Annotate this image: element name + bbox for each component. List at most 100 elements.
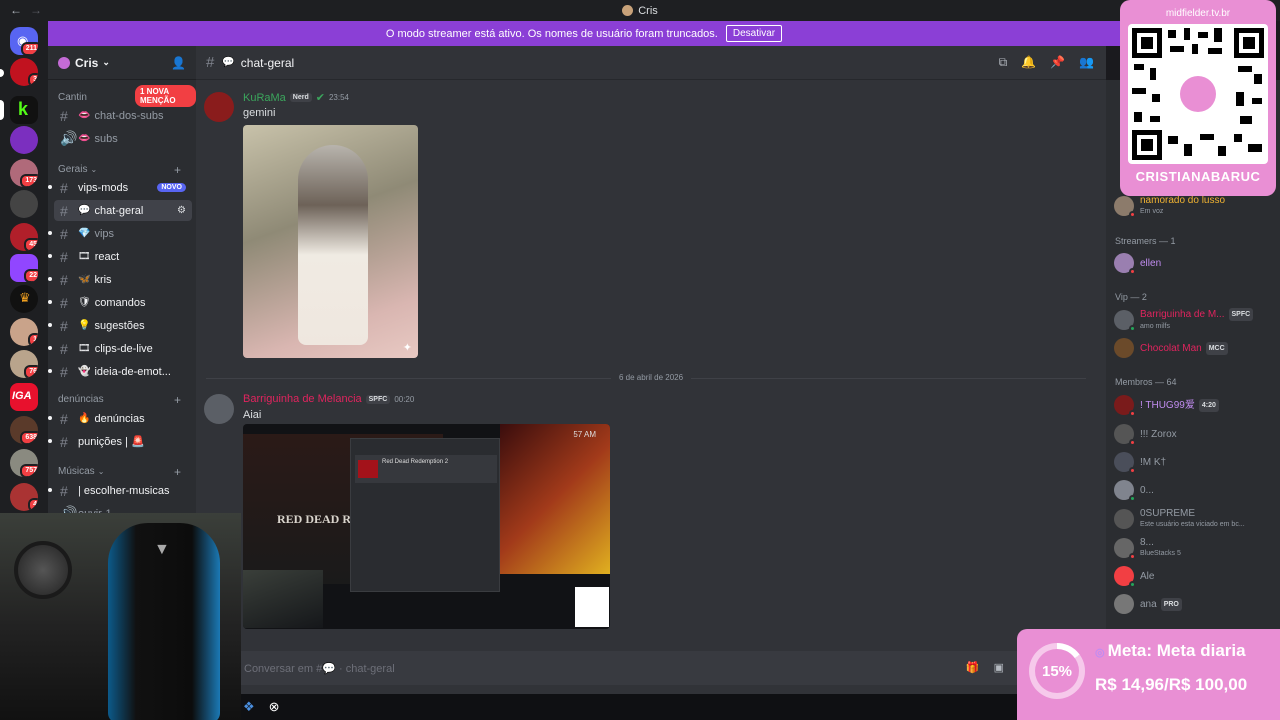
category-denuncias[interactable]: denúncias + [58,393,181,407]
add-channel-icon[interactable]: + [174,465,181,479]
category-gerais[interactable]: Gerais ⌄ + [58,163,181,177]
message-composer[interactable]: Conversar em #💬 · chat-geral 🎁 ▣ [204,651,1094,685]
avatar[interactable] [204,394,234,424]
server-header[interactable]: Cris ⌄ 👤 [48,46,196,80]
channel-vips[interactable]: # 💎 vips [54,223,192,244]
channel-chat-geral[interactable]: # 💬 chat-geral ⚙ [54,200,192,221]
qr-overlay: midfielder.tv.br CRISTIANABARUC [1120,0,1276,196]
channel-escolher-musicas[interactable]: # | escolher-musicas [54,480,192,501]
gem-icon: 💎 [78,228,91,239]
attached-image[interactable]: ✦ [243,125,418,358]
add-channel-icon[interactable]: + [174,163,181,177]
channel-header: # 💬 chat-geral ⧉ 🔔 📌 👥 [196,46,1106,80]
channel-denuncias[interactable]: # 🔥 denúncias [54,408,192,429]
gif-icon[interactable]: ▣ [994,661,1004,674]
channel-sugestoes[interactable]: # 💡 sugestões [54,315,192,336]
channel-vips-mods[interactable]: # vips-mods NOVO [54,177,192,198]
app-icon[interactable]: ❖ [243,699,255,715]
server-icon-6[interactable]: 45 [10,223,38,251]
unread-dot [48,416,52,420]
composer-placeholder: Conversar em #💬 · chat-geral [244,662,395,675]
gaming-chair: ▼ [108,523,220,720]
avatar[interactable] [204,92,234,122]
channel-comandos[interactable]: # 🛡 comandos [54,292,192,313]
member-item[interactable]: Chocolat Man MCC [1114,335,1228,361]
goal-title-text: Meta: Meta diaria [1107,641,1246,660]
status-dot [1129,211,1136,218]
message-header: Barriguinha de Melancia SPFC 00:20 [243,393,414,405]
server-icon-10[interactable]: 76 [10,350,38,378]
member-status: Este usuário esta viciado em bc... [1140,521,1245,528]
unread-dot [48,277,52,281]
member-item[interactable]: 8... BlueStacks 5 [1114,535,1181,561]
server-icon-1[interactable]: 3 [10,58,38,86]
member-item[interactable]: Ale [1114,563,1154,589]
back-arrow-icon[interactable]: ← [10,3,22,17]
member-item[interactable]: 0SUPREME Este usuário esta viciado em bc.… [1114,506,1245,532]
game-thumbnail [358,460,378,478]
member-group-title: Vip — 2 [1115,292,1147,302]
goal-bullet-icon: ◎ [1095,647,1108,659]
channel-chat-dos-subs[interactable]: # 👄 chat-dos-subs [54,105,192,126]
channel-punicoes[interactable]: # punições | 🚨 [54,431,192,452]
category-musicas[interactable]: Músicas ⌄ + [58,465,181,479]
channel-react[interactable]: # 🎞 react [54,246,192,267]
disable-streamer-button[interactable]: Desativar [725,25,783,42]
qr-site: midfielder.tv.br [1165,8,1231,19]
server-icon-2[interactable]: k [10,96,38,124]
category-cantinho[interactable]: Cantin+ [58,91,181,105]
member-item[interactable]: 0... [1114,477,1154,503]
hash-icon: # [60,363,68,380]
speech-bubble-icon: 💬 [222,57,235,68]
server-icon-3[interactable] [10,126,38,154]
window-title-text: Cris [638,4,658,17]
date-divider-label: 6 de abril de 2026 [611,373,692,382]
channel-ideia-de-emotes[interactable]: # 👻 ideia-de-emot... [54,361,192,382]
role-tag: 4:20 [1198,398,1219,412]
server-icon [622,5,634,16]
members-icon[interactable]: 👥 [1079,55,1094,70]
bell-icon[interactable]: 🔔 [1021,55,1036,70]
unread-dot [48,185,52,189]
invite-people-icon[interactable]: 👤 [171,56,186,70]
member-item[interactable]: !!! Zorox [1114,421,1177,447]
server-icon-7[interactable]: 22 [10,254,38,282]
channel-subs[interactable]: 🔊 👄 subs [54,128,192,149]
server-icon-13[interactable]: 757 [10,449,38,477]
hash-icon: # [60,248,68,265]
channel-kris[interactable]: # 🦋 kris [54,269,192,290]
category-label: Músicas [58,466,95,477]
channel-settings-icon[interactable]: ⚙ [177,205,186,216]
member-item[interactable]: Barriguinha de M... SPFC amo milfs [1114,307,1254,333]
attached-screenshot[interactable]: RED DEAD REDEMPTION II 57 AM Red Dead Re… [243,424,610,629]
member-item[interactable]: ! THUG99爱 4:20 [1114,392,1219,418]
member-name: !M K† [1140,456,1167,468]
member-item[interactable]: ana PRO [1114,591,1182,617]
member-item[interactable]: ellen [1114,250,1161,276]
threads-icon[interactable]: ⧉ [999,55,1008,70]
server-icon-9[interactable]: 1 [10,318,38,346]
author-name[interactable]: KuRaMa [243,92,286,104]
pin-icon[interactable]: 📌 [1050,55,1065,70]
forward-arrow-icon[interactable]: → [30,3,42,17]
member-name: Ale [1140,570,1155,582]
server-icon-8[interactable]: ♛ [10,285,38,313]
server-icon-14[interactable]: 4 [10,483,38,511]
unread-dot [48,254,52,258]
channel-clips-de-live[interactable]: # 🎞 clips-de-live [54,338,192,359]
hash-icon: # [60,271,68,288]
gift-icon[interactable]: 🎁 [966,661,980,674]
member-item[interactable]: !M K† [1114,449,1166,475]
xbox-icon[interactable]: ⊗ [269,699,280,715]
direct-messages-button[interactable]: ◉ 211 [10,27,38,55]
server-icon-4[interactable]: 173 [10,159,38,187]
add-channel-icon[interactable]: + [174,393,181,407]
server-icon-5[interactable] [10,190,38,218]
server-icon-11[interactable]: IGA [10,383,38,411]
server-icon-12[interactable]: 638 [10,416,38,444]
unread-badge: 45 [24,238,38,251]
member-item[interactable]: namorado do lusso Em voz [1114,193,1225,219]
new-mention-pill[interactable]: 1 NOVA MENÇÃO [135,85,196,107]
member-group-title: Membros — 64 [1115,377,1177,387]
author-name[interactable]: Barriguinha de Melancia [243,393,362,405]
